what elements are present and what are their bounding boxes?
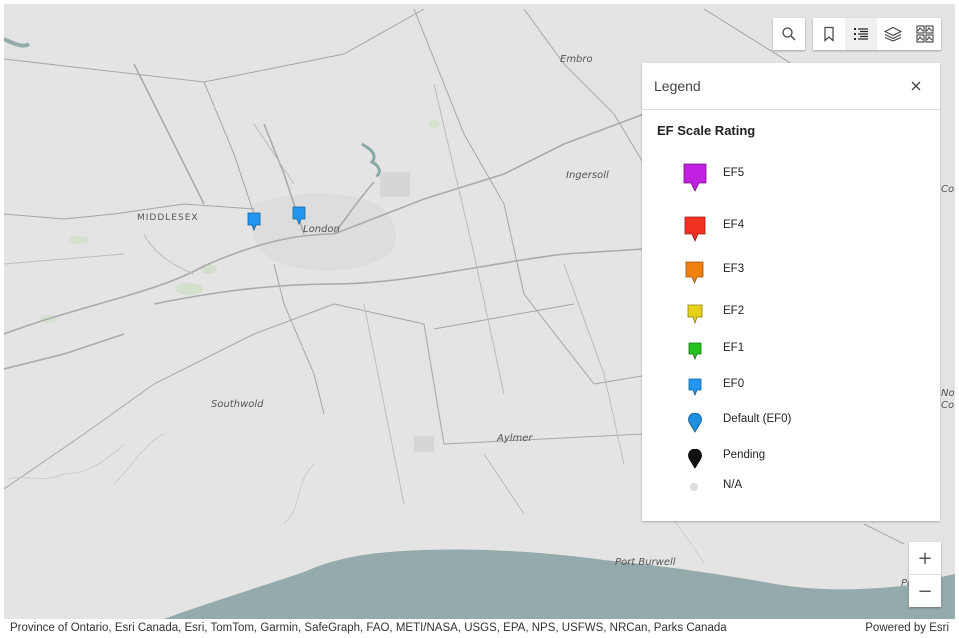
legend-item-label: EF0 (723, 378, 745, 390)
bookmark-icon (824, 26, 834, 42)
legend-item-label: EF5 (723, 167, 745, 179)
search-button[interactable] (773, 18, 805, 50)
place-label-nor: Nor (941, 388, 955, 399)
local-roads (4, 83, 625, 515)
search-icon (782, 27, 796, 41)
legend-item-ef3: EF3 (642, 261, 940, 287)
place-label-port-burwell: Port Burwell (615, 557, 676, 568)
powered-by-esri[interactable]: Powered by Esri (865, 622, 949, 634)
zoom-in-button[interactable]: + (909, 542, 941, 574)
widget-toolbar (813, 18, 941, 50)
legend-title: Legend (654, 78, 701, 94)
attribution-bar: Province of Ontario, Esri Canada, Esri, … (4, 619, 955, 636)
bookmarks-button[interactable] (813, 18, 845, 50)
marker-ef5-icon (683, 163, 707, 192)
place-label-co: Co (941, 400, 955, 411)
zoom-control: + − (909, 542, 941, 607)
legend-item-label: EF1 (723, 342, 745, 354)
legend-item-label: N/A (723, 479, 743, 491)
legend-button[interactable] (845, 18, 877, 50)
legend-item-label: EF3 (723, 263, 745, 275)
marker-ef1-icon (688, 342, 702, 360)
basemap-gallery-icon (916, 25, 934, 43)
urban-ingersoll (380, 172, 410, 197)
marker-pending-icon (688, 449, 702, 469)
marker-ef4-icon (684, 216, 706, 243)
marker-ef0-icon (688, 378, 702, 396)
marker-ef2-icon (687, 304, 703, 324)
legend-item-ef1: EF1 (642, 342, 940, 362)
urban-aylmer (414, 436, 434, 452)
legend-layer-title: EF Scale Rating (657, 123, 756, 138)
place-label-middlesex: MIDDLESEX (137, 213, 199, 223)
legend-panel: Legend EF Scale Rating EF5 EF4 EF3 EF2 E… (642, 63, 940, 521)
legend-item-ef2: EF2 (642, 304, 940, 326)
place-label-southwold: Southwold (211, 399, 264, 410)
reservoir (361, 142, 381, 178)
legend-item-pending: Pending (642, 449, 940, 471)
tornado-marker-ef0[interactable] (291, 206, 307, 226)
marker-default-icon (688, 413, 702, 433)
legend-item-label: Default (EF0) (723, 413, 792, 425)
layers-icon (884, 26, 902, 42)
lake-erie (164, 549, 955, 619)
legend-item-ef4: EF4 (642, 216, 940, 244)
legend-item-ef5: EF5 (642, 163, 940, 197)
legend-item-na: N/A (642, 479, 940, 495)
legend-close-button[interactable] (904, 74, 928, 98)
tornado-marker-ef0[interactable] (246, 212, 262, 232)
search-toolbar (773, 18, 805, 50)
legend-list-icon (854, 28, 868, 40)
legend-item-ef0: EF0 (642, 378, 940, 398)
legend-item-label: Pending (723, 449, 766, 461)
place-label-embro: Embro (560, 54, 593, 65)
layer-list-button[interactable] (877, 18, 909, 50)
place-label-london: London (303, 224, 340, 235)
place-label-ingersoll: Ingersoll (566, 170, 609, 181)
legend-item-label: EF4 (723, 219, 745, 231)
legend-header: Legend (642, 63, 940, 110)
attribution-sources[interactable]: Province of Ontario, Esri Canada, Esri, … (10, 622, 727, 634)
river-west (4, 37, 31, 48)
close-icon (911, 81, 921, 91)
marker-na-icon (690, 483, 698, 491)
marker-ef3-icon (685, 261, 704, 285)
legend-item-default: Default (EF0) (642, 413, 940, 435)
place-label-aylmer: Aylmer (497, 433, 533, 444)
zoom-out-button[interactable]: − (909, 575, 941, 607)
basemap-gallery-button[interactable] (909, 18, 941, 50)
place-label-cot: Cot (941, 184, 955, 195)
legend-item-label: EF2 (723, 305, 745, 317)
